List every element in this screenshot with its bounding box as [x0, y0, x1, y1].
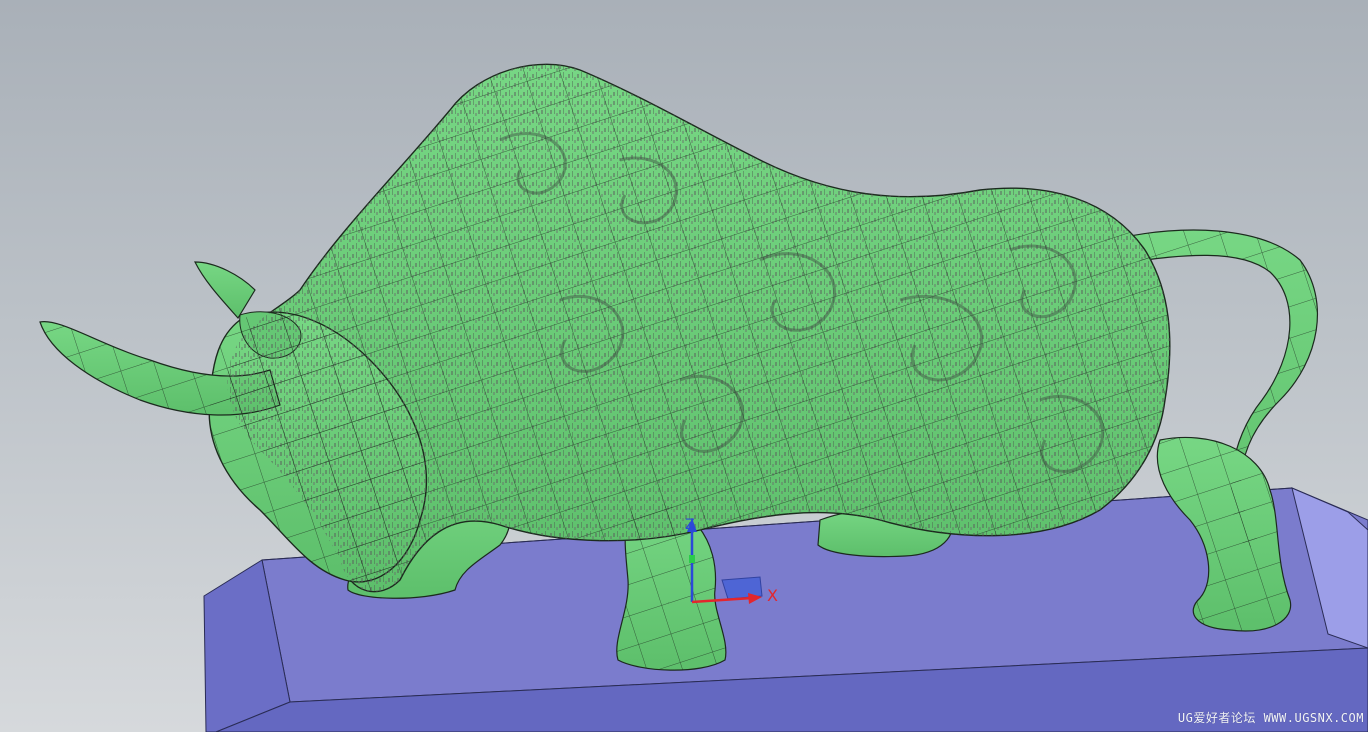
bull-horn-back	[194, 261, 256, 320]
model-scene[interactable]	[0, 0, 1368, 732]
x-axis-label: X	[767, 586, 778, 605]
graphics-viewport[interactable]: X Z UG爱好者论坛 WWW.UGSNX.COM	[0, 0, 1368, 732]
z-axis-label: Z	[685, 517, 695, 533]
watermark-text: UG爱好者论坛 WWW.UGSNX.COM	[1177, 711, 1364, 725]
